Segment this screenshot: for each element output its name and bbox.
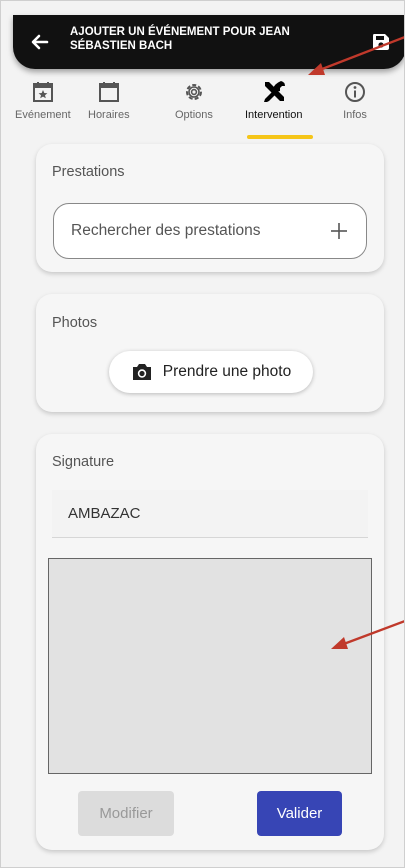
plus-icon[interactable] (325, 217, 353, 245)
signature-pad[interactable] (48, 558, 372, 774)
camera-icon (132, 364, 151, 380)
page-title: AJOUTER UN ÉVÉNEMENT POUR JEAN SÉBASTIEN… (70, 26, 290, 52)
signature-card: Signature AMBAZAC Modifier Valider (36, 434, 384, 850)
gear-icon (179, 77, 209, 107)
signature-name-value: AMBAZAC (68, 505, 141, 522)
active-tab-indicator (247, 135, 313, 139)
calendar-icon (94, 77, 124, 107)
back-button[interactable] (27, 29, 53, 55)
tab-label: Evénement (15, 109, 71, 121)
tab-label: Options (175, 109, 213, 121)
tab-evenement[interactable]: Evénement (15, 77, 71, 137)
tab-label: Infos (343, 109, 367, 121)
app-header: AJOUTER UN ÉVÉNEMENT POUR JEAN SÉBASTIEN… (13, 15, 404, 69)
signature-name-field[interactable]: AMBAZAC (52, 490, 368, 538)
validate-button[interactable]: Valider (257, 791, 342, 836)
tools-icon (259, 77, 289, 107)
photos-title: Photos (52, 315, 98, 331)
prestations-title: Prestations (52, 164, 125, 180)
tab-label: Intervention (245, 109, 303, 121)
prestations-card: Prestations Rechercher des prestations (36, 144, 384, 272)
save-button[interactable] (367, 28, 395, 56)
tab-label: Horaires (88, 109, 130, 121)
floppy-save-icon (373, 34, 389, 50)
app-frame: AJOUTER UN ÉVÉNEMENT POUR JEAN SÉBASTIEN… (0, 0, 405, 868)
arrow-left-icon (31, 34, 49, 50)
calendar-star-icon (28, 77, 58, 107)
tab-intervention[interactable]: Intervention (245, 77, 302, 137)
search-placeholder: Rechercher des prestations (71, 222, 261, 239)
info-icon (340, 77, 370, 107)
prestations-search-input[interactable]: Rechercher des prestations (53, 203, 367, 259)
take-photo-button[interactable]: Prendre une photo (109, 351, 313, 393)
modify-button[interactable]: Modifier (78, 791, 174, 836)
photos-card: Photos Prendre une photo (36, 294, 384, 412)
tab-infos[interactable]: Infos (340, 77, 370, 137)
tab-horaires[interactable]: Horaires (88, 77, 130, 137)
take-photo-label: Prendre une photo (162, 363, 292, 380)
tab-options[interactable]: Options (175, 77, 213, 137)
tab-bar: Evénement Horaires Options Intervention … (13, 69, 393, 139)
signature-title: Signature (52, 454, 115, 470)
